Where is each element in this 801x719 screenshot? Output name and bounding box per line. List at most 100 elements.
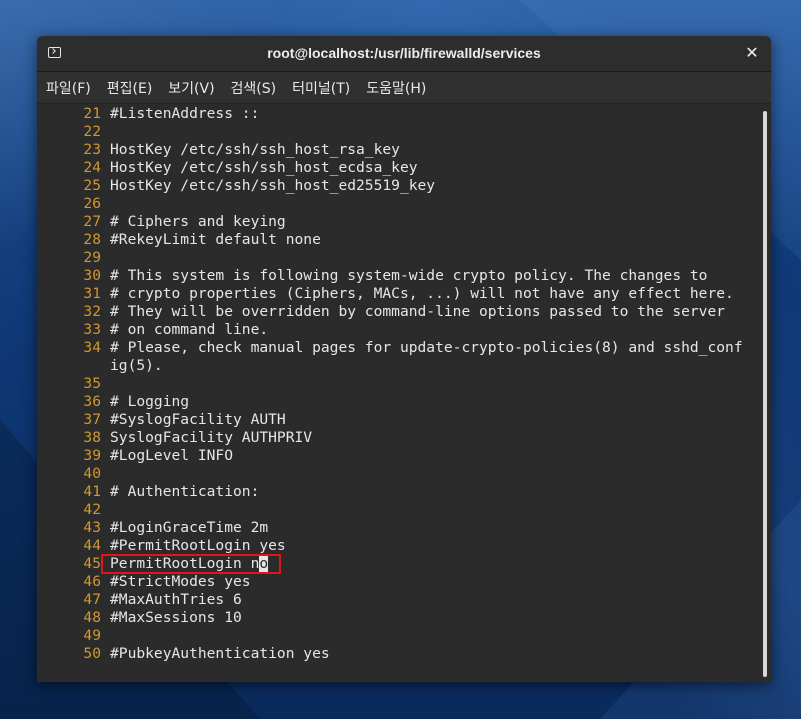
editor-line: 43 #LoginGraceTime 2m xyxy=(37,519,759,537)
line-text-content: #MaxSessions 10 xyxy=(110,609,242,626)
editor-line: 41 # Authentication: xyxy=(37,483,759,501)
titlebar: root@localhost:/usr/lib/firewalld/servic… xyxy=(37,36,771,72)
line-text: #MaxAuthTries 6 xyxy=(110,591,242,609)
line-text-content: HostKey /etc/ssh/ssh_host_rsa_key xyxy=(110,141,400,158)
line-text: # This system is following system-wide c… xyxy=(110,267,707,285)
editor-line: 28 #RekeyLimit default none xyxy=(37,231,759,249)
line-text: #ListenAddress :: xyxy=(110,105,259,123)
line-text: #RekeyLimit default none xyxy=(110,231,321,249)
line-number: 23 xyxy=(83,141,101,158)
line-number: 32 xyxy=(83,303,101,320)
line-text: # Logging xyxy=(110,393,189,411)
editor-line: 37 #SyslogFacility AUTH xyxy=(37,411,759,429)
line-text: # crypto properties (Ciphers, MACs, ...)… xyxy=(110,285,734,303)
line-text: # They will be overridden by command-lin… xyxy=(110,303,725,321)
line-text: # Please, check manual pages for update-… xyxy=(110,339,743,357)
menu-search[interactable]: 검색(S) xyxy=(231,78,277,98)
editor-line: 49 xyxy=(37,627,759,645)
editor-line: 31 # crypto properties (Ciphers, MACs, ..… xyxy=(37,285,759,303)
line-text-content: # Logging xyxy=(110,393,190,410)
line-number: 34 xyxy=(83,339,101,356)
editor-line: 34 # Please, check manual pages for updat… xyxy=(37,339,759,357)
editor-line: 25 HostKey /etc/ssh/ssh_host_ed25519_key xyxy=(37,177,759,195)
line-number: 40 xyxy=(83,465,101,482)
terminal-window: root@localhost:/usr/lib/firewalld/servic… xyxy=(37,36,771,682)
menu-help[interactable]: 도움말(H) xyxy=(366,78,426,98)
editor-line: 30 # This system is following system-wide… xyxy=(37,267,759,285)
line-number: 48 xyxy=(83,609,101,626)
line-number: 25 xyxy=(83,177,101,194)
editor-line: 33 # on command line. xyxy=(37,321,759,339)
highlight-box xyxy=(101,554,281,574)
line-number: 41 xyxy=(83,483,101,500)
line-number: 35 xyxy=(83,375,101,392)
editor-line: 40 xyxy=(37,465,759,483)
line-number: 22 xyxy=(83,123,101,140)
editor-line: 47 #MaxAuthTries 6 xyxy=(37,591,759,609)
editor-line: 27 # Ciphers and keying xyxy=(37,213,759,231)
line-number: 28 xyxy=(83,231,101,248)
line-text-content: HostKey /etc/ssh/ssh_host_ecdsa_key xyxy=(110,159,418,176)
close-icon[interactable]: ✕ xyxy=(741,42,763,64)
line-number: 43 xyxy=(83,519,101,536)
line-text-content: # They will be overridden by command-lin… xyxy=(110,303,726,320)
line-number: 47 xyxy=(83,591,101,608)
editor-line: 42 xyxy=(37,501,759,519)
line-text-content: SyslogFacility AUTHPRIV xyxy=(110,429,313,446)
line-number: 29 xyxy=(83,249,101,266)
menubar: 파일(F) 편집(E) 보기(V) 검색(S) 터미널(T) 도움말(H) xyxy=(37,72,771,104)
line-number: 36 xyxy=(83,393,101,410)
editor-line: 44 #PermitRootLogin yes xyxy=(37,537,759,555)
editor-line: 36 # Logging xyxy=(37,393,759,411)
scrollbar[interactable] xyxy=(763,111,767,677)
line-text: HostKey /etc/ssh/ssh_host_ecdsa_key xyxy=(110,159,418,177)
line-number: 46 xyxy=(83,573,101,590)
line-number: 37 xyxy=(83,411,101,428)
line-number: 26 xyxy=(83,195,101,212)
menu-view[interactable]: 보기(V) xyxy=(168,78,214,98)
editor-line: 50 #PubkeyAuthentication yes xyxy=(37,645,759,663)
line-text-content: #LoginGraceTime 2m xyxy=(110,519,269,536)
line-text: ig(5). xyxy=(110,357,163,375)
line-text-content: #PermitRootLogin yes xyxy=(110,537,286,554)
editor-line: ig(5). xyxy=(37,357,759,375)
line-text: #MaxSessions 10 xyxy=(110,609,242,627)
line-text: #LogLevel INFO xyxy=(110,447,233,465)
editor-line: 23 HostKey /etc/ssh/ssh_host_rsa_key xyxy=(37,141,759,159)
line-number: 38 xyxy=(83,429,101,446)
line-text-content: #SyslogFacility AUTH xyxy=(110,411,286,428)
line-text-content: #StrictModes yes xyxy=(110,573,251,590)
editor-line: 21 #ListenAddress :: xyxy=(37,105,759,123)
line-text: # Authentication: xyxy=(110,483,259,501)
window-title: root@localhost:/usr/lib/firewalld/servic… xyxy=(267,45,541,61)
editor-line: 26 xyxy=(37,195,759,213)
editor-line: 24 HostKey /etc/ssh/ssh_host_ecdsa_key xyxy=(37,159,759,177)
menu-file[interactable]: 파일(F) xyxy=(46,78,91,98)
editor-line: 35 xyxy=(37,375,759,393)
line-text-content: # Ciphers and keying xyxy=(110,213,286,230)
line-number: 42 xyxy=(83,501,101,518)
line-text: HostKey /etc/ssh/ssh_host_ed25519_key xyxy=(110,177,435,195)
line-number: 39 xyxy=(83,447,101,464)
editor-line: 32 # They will be overridden by command-l… xyxy=(37,303,759,321)
line-text: #StrictModes yes xyxy=(110,573,251,591)
line-text: #SyslogFacility AUTH xyxy=(110,411,286,429)
terminal-content[interactable]: 21 #ListenAddress :: 22 23HostKey /etc/ssh/… xyxy=(37,105,771,682)
line-number: 24 xyxy=(83,159,101,176)
line-text-content: #MaxAuthTries 6 xyxy=(110,591,242,608)
line-text: #PermitRootLogin yes xyxy=(110,537,286,555)
editor-line: 46 #StrictModes yes xyxy=(37,573,759,591)
line-text: HostKey /etc/ssh/ssh_host_rsa_key xyxy=(110,141,400,159)
editor-lines: 21 #ListenAddress :: 22 23HostKey /etc/ssh/… xyxy=(37,105,759,663)
line-number: 45 xyxy=(83,555,101,572)
line-text: # on command line. xyxy=(110,321,268,339)
editor-line: 38 SyslogFacility AUTHPRIV xyxy=(37,429,759,447)
menu-terminal[interactable]: 터미널(T) xyxy=(292,78,350,98)
line-text-content: # crypto properties (Ciphers, MACs, ...)… xyxy=(110,285,734,302)
editor-line: 29 xyxy=(37,249,759,267)
line-text-content: HostKey /etc/ssh/ssh_host_ed25519_key xyxy=(110,177,436,194)
line-text-content: ig(5). xyxy=(110,357,163,374)
line-text-content: # on command line. xyxy=(110,321,269,338)
line-text-content: #PubkeyAuthentication yes xyxy=(110,645,330,662)
menu-edit[interactable]: 편집(E) xyxy=(107,78,153,98)
